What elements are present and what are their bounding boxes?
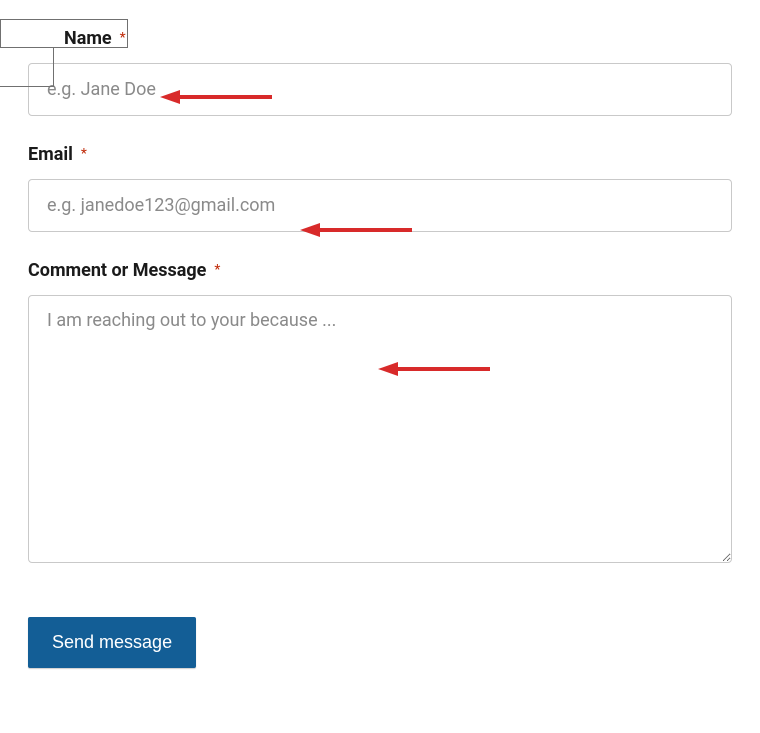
- name-label: Name: [64, 28, 112, 49]
- required-indicator: *: [120, 30, 126, 46]
- comment-textarea[interactable]: [28, 295, 732, 563]
- required-indicator: *: [214, 262, 220, 278]
- email-label-row: Email *: [28, 144, 732, 179]
- comment-field-group: Comment or Message *: [28, 260, 732, 567]
- email-field-group: Email *: [28, 144, 732, 232]
- required-indicator: *: [81, 146, 87, 162]
- name-field-group: Name *: [28, 28, 732, 116]
- comment-label-row: Comment or Message *: [28, 260, 732, 295]
- send-button[interactable]: Send message: [28, 617, 196, 668]
- contact-form: Name * Email * Comment or Message * Send…: [0, 0, 760, 696]
- comment-label: Comment or Message: [28, 260, 206, 281]
- email-input[interactable]: [28, 179, 732, 232]
- email-label: Email: [28, 144, 73, 165]
- name-input[interactable]: [28, 63, 732, 116]
- name-label-row: Name *: [28, 28, 732, 63]
